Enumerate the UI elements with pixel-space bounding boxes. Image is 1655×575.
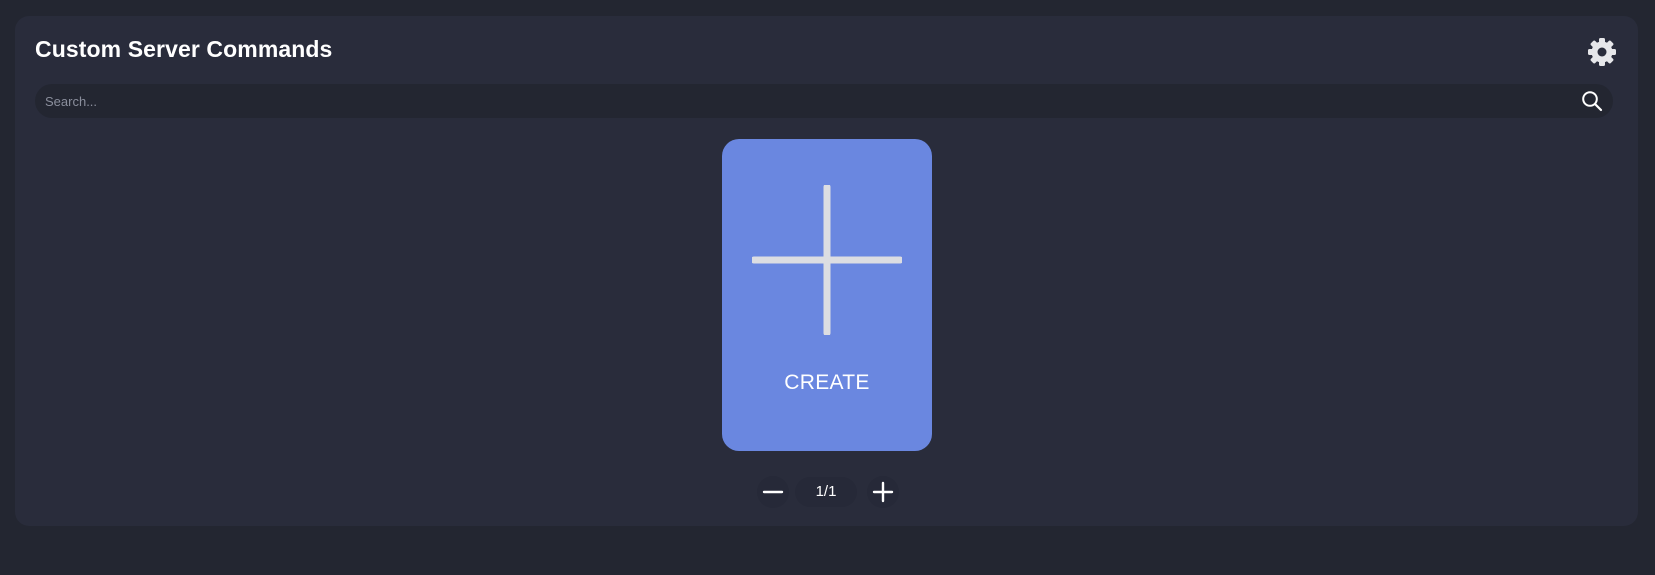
search-icon	[1582, 91, 1603, 112]
search-button[interactable]	[1579, 88, 1605, 114]
create-label: CREATE	[784, 371, 870, 394]
commands-panel: Custom Server Commands CREATE	[15, 16, 1638, 526]
search-input[interactable]	[35, 84, 1555, 118]
plus-icon	[872, 481, 894, 503]
search-bar	[35, 84, 1613, 118]
previous-page-button[interactable]	[757, 476, 789, 508]
settings-button[interactable]	[1584, 34, 1620, 70]
create-command-card[interactable]: CREATE	[722, 139, 932, 451]
page-title: Custom Server Commands	[35, 36, 333, 62]
next-page-button[interactable]	[867, 476, 899, 508]
plus-icon	[752, 185, 902, 335]
gear-icon	[1588, 38, 1616, 66]
page-indicator: 1/1	[795, 477, 857, 507]
minus-icon	[762, 490, 784, 494]
